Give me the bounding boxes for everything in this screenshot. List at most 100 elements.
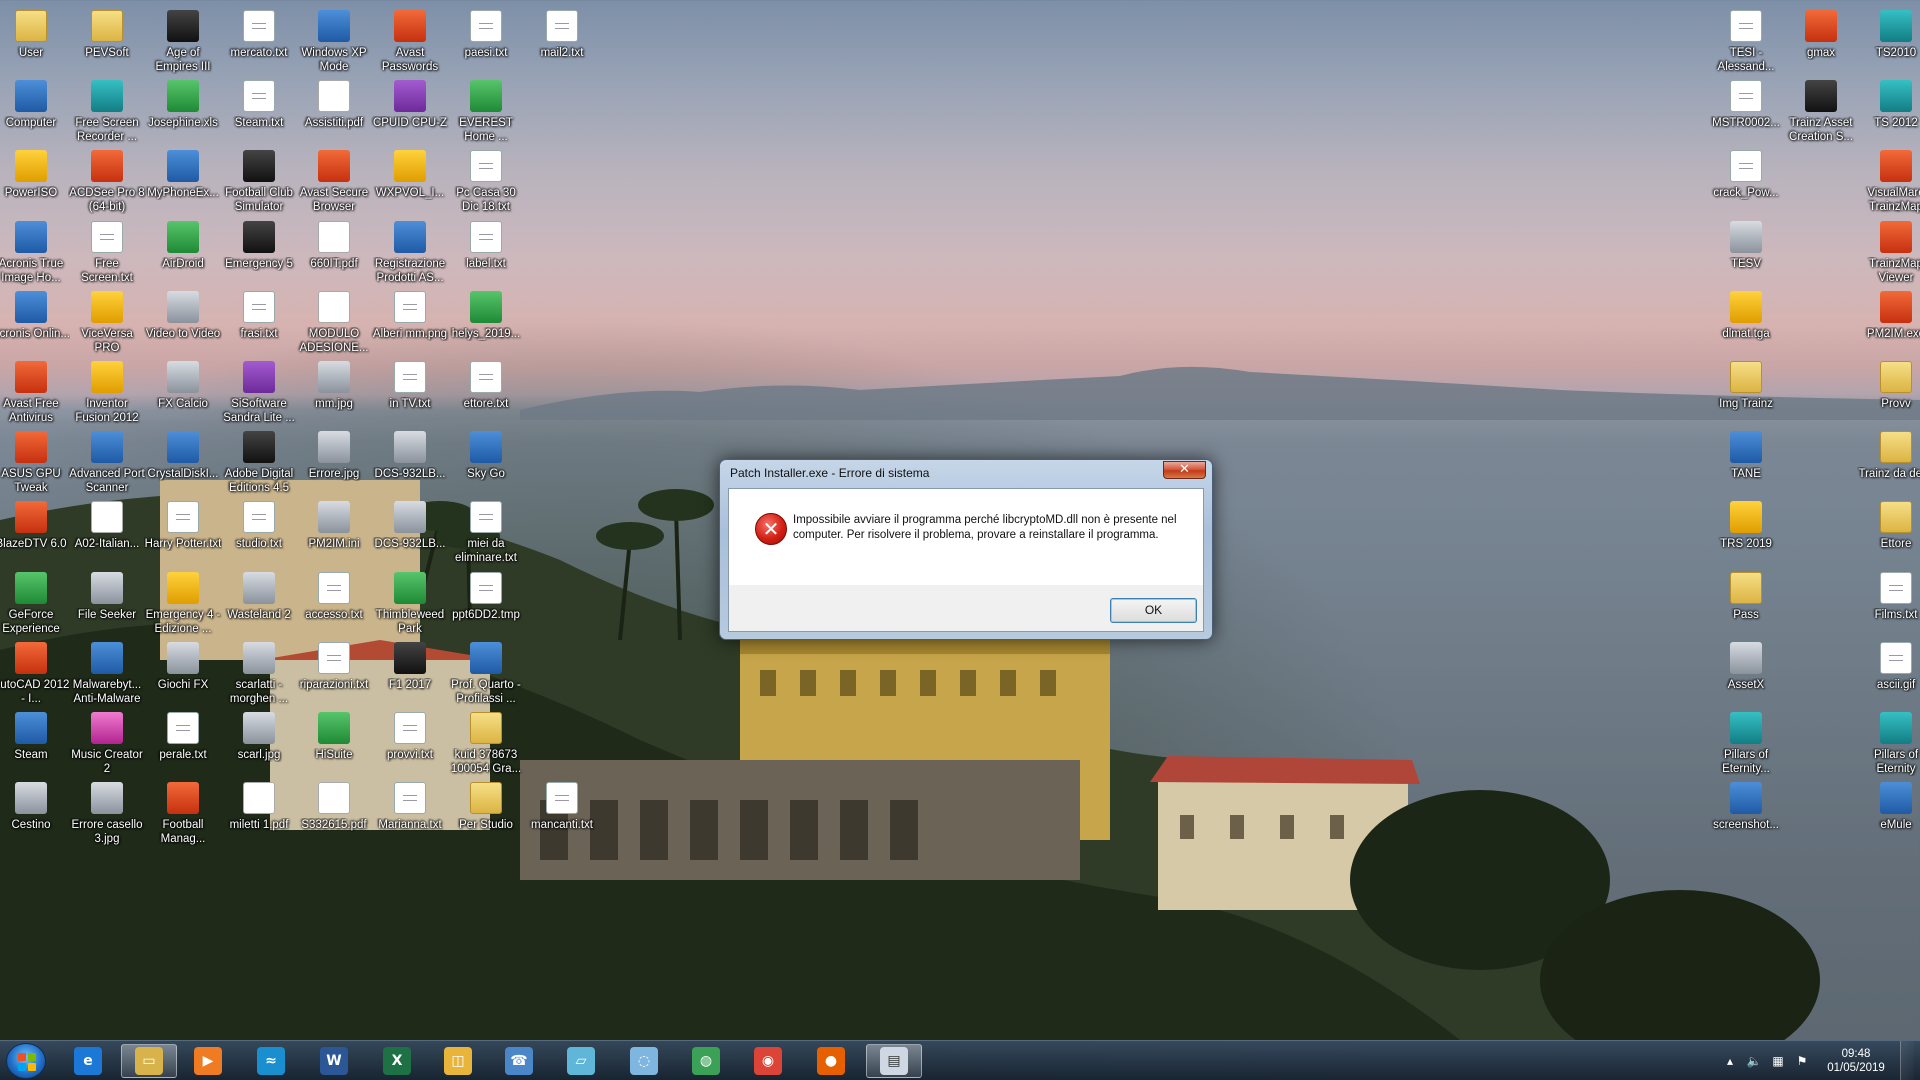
desktop-icon[interactable]: Per Studio <box>447 776 525 856</box>
desktop-icon[interactable]: eMule <box>1857 776 1920 856</box>
desktop-icon[interactable]: mercato.txt <box>220 4 298 84</box>
desktop-icon[interactable]: in TV.txt <box>371 355 449 435</box>
desktop-icon[interactable]: PDF S332615.pdf <box>295 776 373 856</box>
desktop-icon[interactable]: Pass <box>1707 566 1785 646</box>
desktop-icon[interactable]: Acronis True Image Ho... <box>0 215 70 295</box>
desktop-icon[interactable]: frasi.txt <box>220 285 298 365</box>
desktop-icon[interactable]: Video to Video <box>144 285 222 365</box>
desktop-icon[interactable]: miei da eliminare.txt <box>447 495 525 575</box>
desktop-icon[interactable]: TrainzMap Viewer <box>1857 215 1920 295</box>
taskbar-button-firefox[interactable]: ● <box>803 1044 859 1078</box>
show-hidden-icons-icon[interactable]: ▴ <box>1722 1053 1738 1069</box>
taskbar-button-notes[interactable]: ▱ <box>553 1044 609 1078</box>
desktop-icon[interactable]: Marianna.txt <box>371 776 449 856</box>
desktop-icon[interactable]: User <box>0 4 70 84</box>
desktop-icon[interactable]: Music Creator 2 <box>68 706 146 786</box>
desktop-icon[interactable]: EVEREST Home ... <box>447 74 525 154</box>
desktop-icon[interactable]: CPUID CPU-Z <box>371 74 449 154</box>
desktop-icon[interactable]: Avast Passwords <box>371 4 449 84</box>
desktop-icon[interactable]: PDF Assistiti.pdf <box>295 74 373 154</box>
desktop-icon[interactable]: Prof. Quarto - Profilassi ... <box>447 636 525 716</box>
desktop-icon[interactable]: perale.txt <box>144 706 222 786</box>
desktop-icon[interactable]: AssetX <box>1707 636 1785 716</box>
taskbar-button-contacts[interactable]: ◫ <box>430 1044 486 1078</box>
desktop-icon[interactable]: Football Manag... <box>144 776 222 856</box>
desktop-icon[interactable]: label.txt <box>447 215 525 295</box>
volume-icon[interactable]: 🔈 <box>1746 1053 1762 1069</box>
dialog-title[interactable]: Patch Installer.exe - Errore di sistema <box>720 460 1212 486</box>
desktop-icon[interactable]: PowerISO <box>0 144 70 224</box>
desktop-icon[interactable]: mancanti.txt <box>523 776 601 856</box>
taskbar-button-error-dialog-window[interactable]: ▤ <box>866 1044 922 1078</box>
desktop-icon[interactable]: Avast Free Antivirus <box>0 355 70 435</box>
desktop-icon[interactable]: Ettore <box>1857 495 1920 575</box>
desktop-icon[interactable]: Errore.jpg <box>295 425 373 505</box>
desktop-icon[interactable]: Wasteland 2 <box>220 566 298 646</box>
desktop-icon[interactable]: SiSoftware Sandra Lite ... <box>220 355 298 435</box>
desktop-icon[interactable]: ASUS GPU Tweak <box>0 425 70 505</box>
desktop-icon[interactable]: Free Screen Recorder ... <box>68 74 146 154</box>
desktop-icon[interactable]: Acronis Onlin... <box>0 285 70 365</box>
desktop-icon[interactable]: Pillars of Eternity <box>1857 706 1920 786</box>
desktop-icon[interactable]: TRS 2019 <box>1707 495 1785 575</box>
desktop-icon[interactable]: Trainz Asset Creation S... <box>1782 74 1860 154</box>
taskbar-button-media-player[interactable]: ▶ <box>180 1044 236 1078</box>
desktop-icon[interactable]: Football Club Simulator <box>220 144 298 224</box>
desktop-icon[interactable]: Computer <box>0 74 70 154</box>
desktop-icon[interactable]: PEVSoft <box>68 4 146 84</box>
desktop-icon[interactable]: Steam <box>0 706 70 786</box>
desktop-icon[interactable]: Harry Potter.txt <box>144 495 222 575</box>
desktop-icon[interactable]: provvi.txt <box>371 706 449 786</box>
network-icon[interactable]: ▦ <box>1770 1053 1786 1069</box>
desktop-icon[interactable]: screenshot... <box>1707 776 1785 856</box>
desktop-icon[interactable]: FX Calcio <box>144 355 222 435</box>
desktop-icon[interactable]: CrystalDiskI... <box>144 425 222 505</box>
desktop-icon[interactable]: ettore.txt <box>447 355 525 435</box>
show-desktop-button[interactable] <box>1900 1041 1914 1080</box>
action-center-flag-icon[interactable]: ⚑ <box>1794 1053 1810 1069</box>
desktop-icon[interactable]: Steam.txt <box>220 74 298 154</box>
desktop-icon[interactable]: File Seeker <box>68 566 146 646</box>
desktop-icon[interactable]: Registrazione Prodotti AS... <box>371 215 449 295</box>
desktop-icon[interactable]: DCS-932LB... <box>371 425 449 505</box>
desktop-icon[interactable]: Free Screen.txt <box>68 215 146 295</box>
desktop-icon[interactable]: TANE <box>1707 425 1785 505</box>
desktop-icon[interactable]: ACDSee Pro 8 (64-bit) <box>68 144 146 224</box>
desktop-icon[interactable]: Films.txt <box>1857 566 1920 646</box>
taskbar-button-app-swirl[interactable]: ≈ <box>243 1044 299 1078</box>
desktop-icon[interactable]: paesi.txt <box>447 4 525 84</box>
desktop-icon[interactable]: PM2IM.exe <box>1857 285 1920 365</box>
desktop-icon[interactable]: PDF A02-Italian... <box>68 495 146 575</box>
desktop-icon[interactable]: PM2IM.ini <box>295 495 373 575</box>
desktop-icon[interactable]: helys_2019... <box>447 285 525 365</box>
start-button[interactable] <box>6 1043 46 1079</box>
desktop-icon[interactable]: PDF 660IT.pdf <box>295 215 373 295</box>
desktop-icon[interactable]: ascii.gif <box>1857 636 1920 716</box>
desktop-icon[interactable]: VisualMare TrainzMap <box>1857 144 1920 224</box>
desktop-icon[interactable]: Pc Casa 30 Dic 18.txt <box>447 144 525 224</box>
desktop-icon[interactable]: BlazeDTV 6.0 <box>0 495 70 575</box>
desktop-icon[interactable]: Advanced Port Scanner <box>68 425 146 505</box>
desktop-icon[interactable]: GeForce Experience <box>0 566 70 646</box>
desktop-icon[interactable]: Provv <box>1857 355 1920 435</box>
desktop-icon[interactable]: ViceVersa PRO <box>68 285 146 365</box>
desktop-icon[interactable]: crack_Pow... <box>1707 144 1785 224</box>
desktop-icon[interactable]: Windows XP Mode <box>295 4 373 84</box>
desktop-icon[interactable]: TS 2012 <box>1857 74 1920 154</box>
desktop-icon[interactable]: MSTR0002... <box>1707 74 1785 154</box>
desktop-icon[interactable]: Adobe Digital Editions 4.5 <box>220 425 298 505</box>
taskbar-button-file-explorer[interactable]: ▭ <box>121 1044 177 1078</box>
desktop-icon[interactable]: Errore casello 3.jpg <box>68 776 146 856</box>
taskbar-button-excel[interactable]: X <box>369 1044 425 1078</box>
desktop-icon[interactable]: PDF miletti 1.pdf <box>220 776 298 856</box>
desktop-icon[interactable]: Age of Empires III <box>144 4 222 84</box>
desktop-icon[interactable]: scarlatti - morghen ... <box>220 636 298 716</box>
ok-button[interactable]: OK <box>1110 598 1197 623</box>
desktop-icon[interactable]: TESI - Alessand... <box>1707 4 1785 84</box>
desktop-icon[interactable]: TS2010 <box>1857 4 1920 84</box>
taskbar-button-chrome[interactable]: ◉ <box>740 1044 796 1078</box>
desktop-icon[interactable]: AirDroid <box>144 215 222 295</box>
desktop-icon[interactable]: Cestino <box>0 776 70 856</box>
desktop-icon[interactable]: Pillars of Eternity... <box>1707 706 1785 786</box>
desktop-icon[interactable]: Emergency 4 - Edizione ... <box>144 566 222 646</box>
